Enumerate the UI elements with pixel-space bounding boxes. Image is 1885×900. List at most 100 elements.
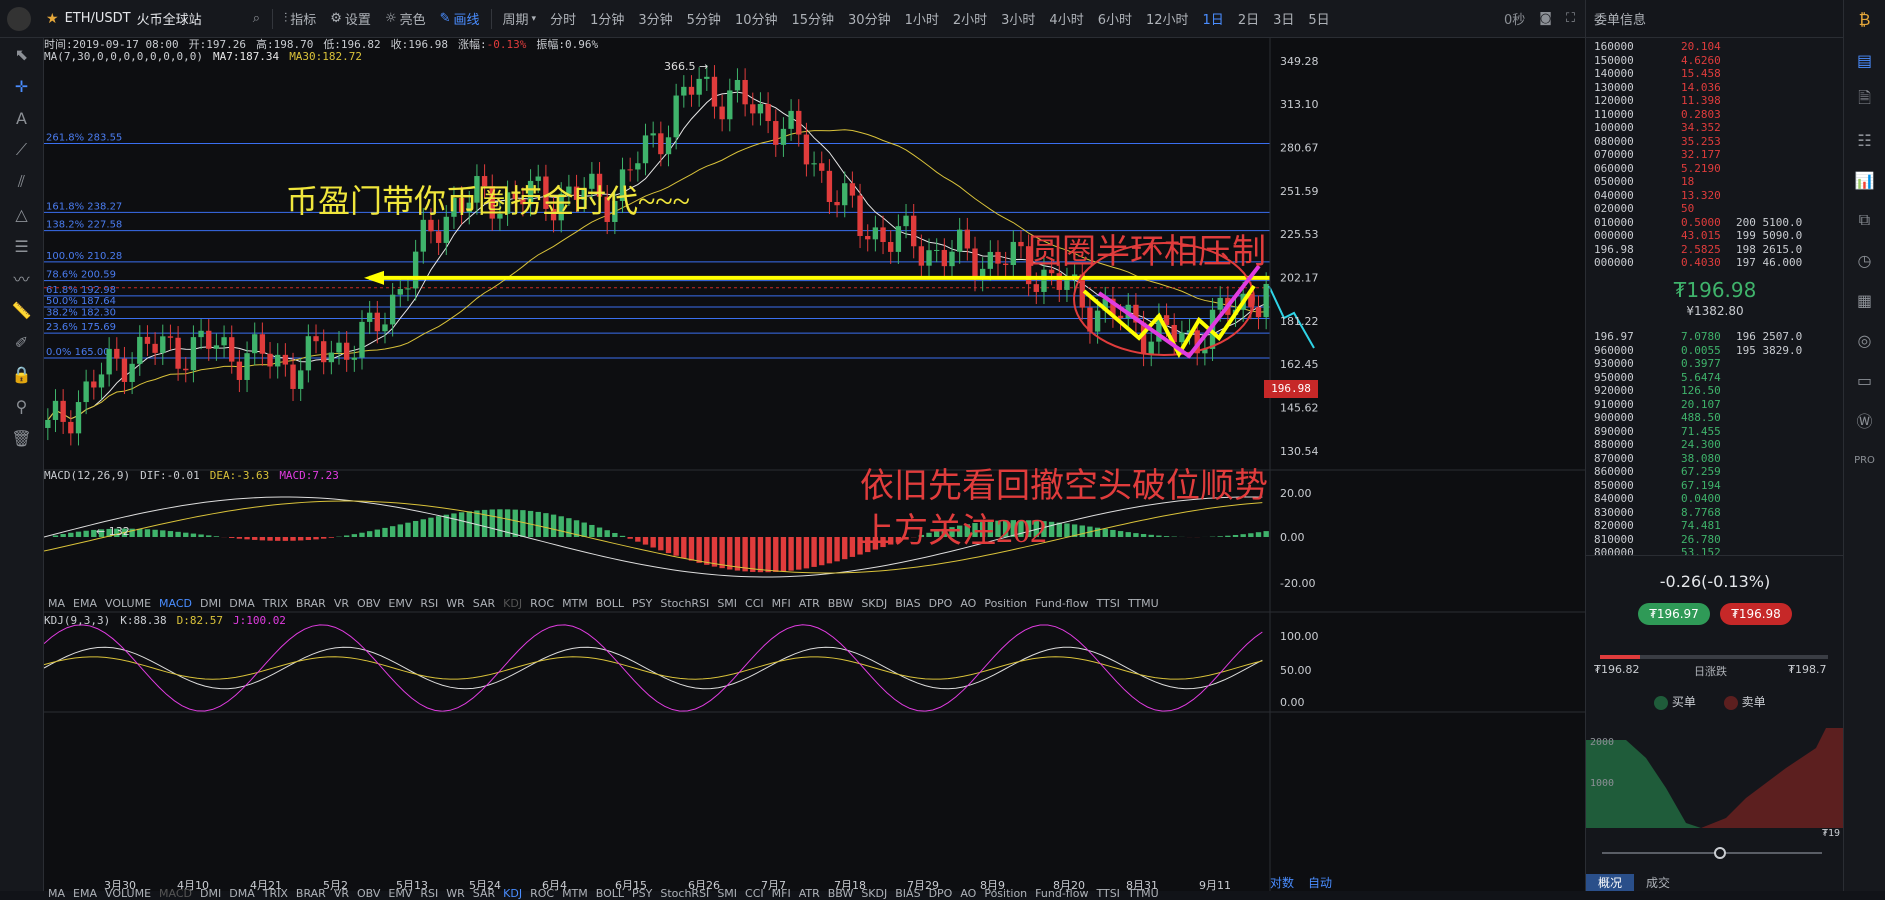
candle[interactable] [857, 196, 862, 236]
candle[interactable] [260, 334, 265, 354]
candle[interactable] [1034, 284, 1039, 292]
candle[interactable] [336, 343, 341, 353]
candle[interactable] [137, 337, 142, 364]
indicator-tab-smi[interactable]: SMI [717, 887, 737, 900]
candle[interactable] [896, 226, 901, 252]
search-icon[interactable]: ⌕ [253, 11, 260, 26]
candle[interactable] [168, 336, 173, 337]
line-tool-icon[interactable]: ⟋ [0, 134, 43, 166]
orderbook-row[interactable]: 87000038.080 [1586, 452, 1844, 465]
document-icon[interactable]: 🗎 [1844, 80, 1885, 120]
candle[interactable] [436, 231, 441, 243]
candle[interactable] [635, 163, 640, 169]
candle[interactable] [390, 295, 395, 325]
candle[interactable] [175, 338, 180, 369]
candle[interactable] [122, 359, 127, 382]
indicator-tab-ttsi[interactable]: TTSI [1096, 597, 1119, 610]
indicator-tab-sar[interactable]: SAR [473, 597, 495, 610]
candle[interactable] [926, 250, 931, 265]
candle[interactable] [727, 90, 732, 119]
price-chart-svg[interactable]: 261.8% 283.55161.8% 238.27138.2% 227.581… [44, 38, 1585, 891]
bitcoin-icon[interactable]: ₿ [1844, 0, 1885, 40]
candle[interactable] [1095, 311, 1100, 332]
bars-icon[interactable]: 📊 [1844, 160, 1885, 200]
candle[interactable] [1256, 307, 1261, 317]
indicator-tab-skdj[interactable]: SKDJ [861, 597, 887, 610]
indicator-tab-bbw[interactable]: BBW [828, 887, 854, 900]
candle[interactable] [206, 331, 211, 349]
orderbook-row[interactable]: 02000050 [1586, 202, 1844, 215]
candle[interactable] [382, 324, 387, 331]
log-scale-toggle[interactable]: 对数 [1270, 874, 1294, 891]
ruler-icon[interactable]: 📏 [0, 294, 43, 326]
candle[interactable] [673, 96, 678, 138]
indicator-tab-dma[interactable]: DMA [229, 887, 255, 900]
period-14[interactable]: 2日 [1231, 9, 1266, 28]
indicator-tab-mfi[interactable]: MFI [772, 597, 791, 610]
orderbook-row[interactable]: 85000067.194 [1586, 479, 1844, 492]
candle[interactable] [53, 401, 58, 420]
settings-button[interactable]: ⚙设置 [323, 9, 378, 28]
period-16[interactable]: 5日 [1301, 9, 1336, 28]
orderbook-row[interactable]: 920000126.50 [1586, 384, 1844, 397]
indicator-tab-dmi[interactable]: DMI [200, 597, 221, 610]
indicator-tab-bias[interactable]: BIAS [895, 597, 920, 610]
indicator-tab-fund-flow[interactable]: Fund-flow [1035, 887, 1088, 900]
indicator-tab-ma[interactable]: MA [48, 887, 65, 900]
candle[interactable] [290, 365, 295, 389]
candle[interactable] [91, 381, 96, 387]
candle[interactable] [60, 401, 65, 422]
candle[interactable] [375, 313, 380, 332]
candle[interactable] [689, 87, 694, 95]
candle[interactable] [965, 230, 970, 249]
period-13[interactable]: 1日 [1196, 9, 1231, 28]
candle[interactable] [344, 343, 349, 360]
candle[interactable] [735, 80, 740, 90]
period-1[interactable]: 1分钟 [583, 9, 631, 28]
indicator-tab-roc[interactable]: ROC [530, 887, 554, 900]
candle[interactable] [359, 322, 364, 358]
candle[interactable] [229, 337, 234, 361]
orderbook-row[interactable]: 9600000.0055195 3829.0 [1586, 344, 1844, 357]
period-6[interactable]: 30分钟 [841, 9, 898, 28]
candle[interactable] [298, 370, 303, 389]
candle[interactable] [627, 169, 632, 170]
candle[interactable] [114, 349, 119, 359]
period-9[interactable]: 3小时 [994, 9, 1042, 28]
orderbook-row[interactable]: 07000032.177 [1586, 148, 1844, 161]
trash-icon[interactable]: 🗑 [0, 422, 43, 454]
candle[interactable] [76, 402, 81, 433]
indicator-tab-ttsi[interactable]: TTSI [1096, 887, 1119, 900]
fib-tool-icon[interactable]: ☰ [0, 230, 43, 262]
camera-icon[interactable]: ◙ [1539, 11, 1552, 26]
candle[interactable] [145, 337, 150, 344]
indicator-tab-kdj[interactable]: KDJ [503, 597, 522, 610]
candle[interactable] [942, 250, 947, 266]
indicator-tab-macd[interactable]: MACD [159, 887, 192, 900]
chart-area[interactable]: 261.8% 283.55161.8% 238.27138.2% 227.581… [44, 38, 1585, 891]
indicator-tab-vr[interactable]: VR [334, 597, 349, 610]
candle[interactable] [1041, 270, 1046, 292]
orderbook-row[interactable]: 10000034.352 [1586, 121, 1844, 134]
candle[interactable] [804, 135, 809, 165]
indicator-tab-brar[interactable]: BRAR [296, 887, 326, 900]
triangle-icon[interactable]: △ [0, 198, 43, 230]
period-0[interactable]: 分时 [543, 9, 583, 28]
indicator-tab-dpo[interactable]: DPO [929, 887, 953, 900]
orderbook-row[interactable]: 8400000.0400 [1586, 492, 1844, 505]
candle[interactable] [781, 129, 786, 145]
candle[interactable] [214, 345, 219, 348]
candle[interactable] [329, 353, 334, 363]
report-icon[interactable]: ▭ [1844, 360, 1885, 400]
tab-overview[interactable]: 概况 [1586, 874, 1634, 891]
indicator-tab-macd[interactable]: MACD [159, 597, 192, 610]
candle[interactable] [719, 107, 724, 120]
orderbook-row[interactable]: 00000043.015199 5090.0 [1586, 229, 1844, 242]
depth-chart[interactable] [1586, 728, 1844, 828]
period-3[interactable]: 5分钟 [680, 9, 728, 28]
candle[interactable] [650, 133, 655, 135]
period-4[interactable]: 10分钟 [728, 9, 785, 28]
indicator-tab-ttmu[interactable]: TTMU [1128, 887, 1159, 900]
theme-button[interactable]: ☼亮色 [378, 9, 433, 28]
indicator-tab-kdj[interactable]: KDJ [503, 887, 522, 900]
